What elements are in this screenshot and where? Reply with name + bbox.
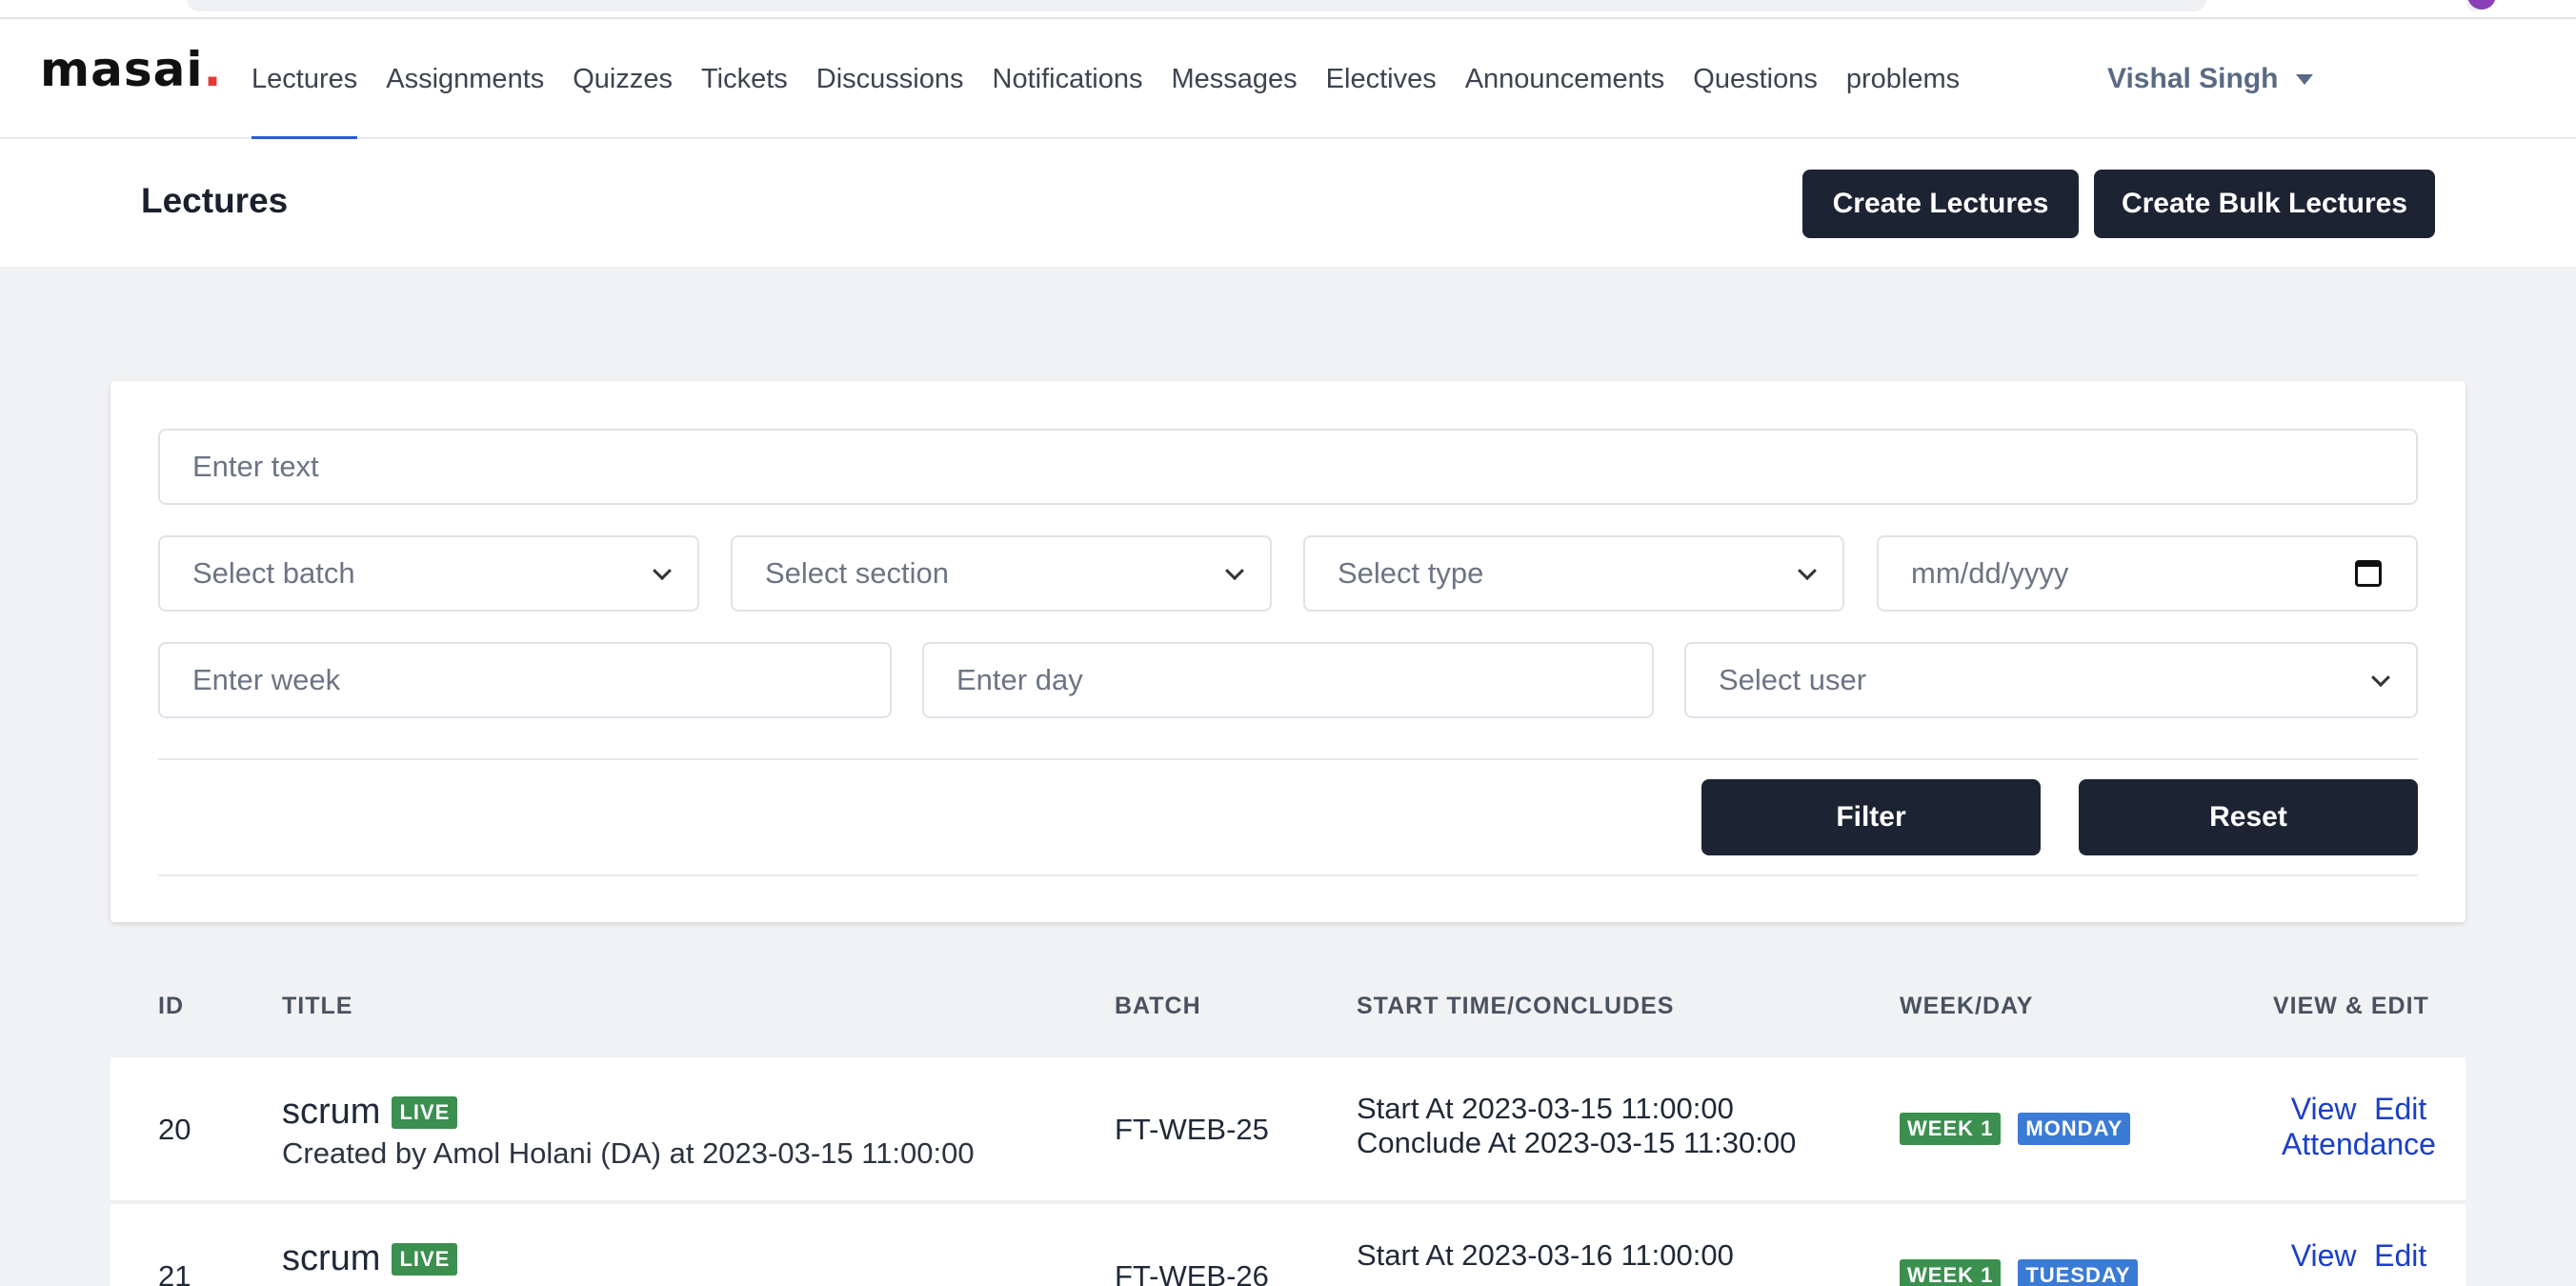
page-header: Lectures Create Lectures Create Bulk Lec… <box>0 139 2576 267</box>
row-start: Start At 2023-03-15 11:00:00 <box>1357 1092 1734 1125</box>
nav-discussions[interactable]: Discussions <box>816 19 964 139</box>
user-menu[interactable]: Vishal Singh <box>2107 19 2313 139</box>
row-times: Start At 2023-03-16 11:00:00 <box>1357 1238 1734 1273</box>
browser-top-strip <box>0 0 2576 19</box>
row-created-by: Created by Amol Holani (DA) at 2023-03-1… <box>282 1136 975 1170</box>
col-view-edit: VIEW & EDIT <box>2273 993 2429 1019</box>
top-navbar: masai. Lectures Assignments Quizzes Tick… <box>0 19 2576 140</box>
filter-button[interactable]: Filter <box>1701 779 2041 855</box>
row-id: 20 <box>158 1113 191 1146</box>
nav-announcements[interactable]: Announcements <box>1465 19 1665 139</box>
batch-select-value: Select batch <box>192 556 355 590</box>
page-title: Lectures <box>141 181 289 220</box>
type-select-value: Select type <box>1338 556 1484 590</box>
table-header: ID TITLE BATCH START TIME/CONCLUDES WEEK… <box>111 972 2465 1057</box>
batch-select[interactable]: Select batch <box>158 535 699 612</box>
user-select[interactable]: Select user <box>1684 642 2418 718</box>
row-batch: FT-WEB-26 <box>1115 1259 1269 1286</box>
live-badge: LIVE <box>392 1242 458 1276</box>
nav-lectures[interactable]: Lectures <box>252 19 358 140</box>
main-nav: Lectures Assignments Quizzes Tickets Dis… <box>252 19 1988 140</box>
nav-quizzes[interactable]: Quizzes <box>573 19 673 139</box>
date-input[interactable]: mm/dd/yyyy <box>1877 535 2418 612</box>
week-badge: WEEK 1 <box>1900 1259 2002 1286</box>
edit-link[interactable]: Edit <box>2374 1238 2426 1273</box>
row-title-line: scrum LIVE <box>282 1092 975 1133</box>
week-badge: WEEK 1 <box>1900 1113 2002 1145</box>
view-link[interactable]: View <box>2291 1092 2357 1126</box>
chevron-down-icon <box>2371 668 2390 688</box>
search-text-input[interactable]: Enter text <box>158 429 2418 505</box>
week-input[interactable]: Enter week <box>158 642 892 718</box>
table-row: 21 scrum LIVE FT-WEB-26 Start At 2023-03… <box>111 1204 2465 1286</box>
nav-electives[interactable]: Electives <box>1326 19 1437 139</box>
nav-messages[interactable]: Messages <box>1171 19 1297 139</box>
day-input-placeholder: Enter day <box>956 663 1083 696</box>
user-name: Vishal Singh <box>2107 63 2279 94</box>
nav-assignments[interactable]: Assignments <box>386 19 544 139</box>
section-select-value: Select section <box>765 556 949 590</box>
edit-link[interactable]: Edit <box>2374 1092 2426 1126</box>
row-times: Start At 2023-03-15 11:00:00 Conclude At… <box>1357 1092 1796 1160</box>
attendance-link[interactable]: Attendance <box>2273 1127 2445 1162</box>
address-bar[interactable] <box>187 0 2206 11</box>
calendar-icon[interactable] <box>2355 560 2382 587</box>
filter-card: Enter text Select batch Select section S… <box>111 381 2465 922</box>
type-select[interactable]: Select type <box>1303 535 1844 612</box>
date-input-placeholder: mm/dd/yyyy <box>1911 556 2069 590</box>
col-title: TITLE <box>282 993 353 1019</box>
col-start-time: START TIME/CONCLUDES <box>1357 993 1675 1019</box>
view-link[interactable]: View <box>2291 1238 2357 1273</box>
day-badge: MONDAY <box>2018 1113 2131 1145</box>
row-id: 21 <box>158 1259 191 1286</box>
day-input[interactable]: Enter day <box>922 642 1654 718</box>
nav-questions[interactable]: Questions <box>1693 19 1818 139</box>
col-week-day: WEEK/DAY <box>1900 993 2034 1019</box>
row-title: scrum <box>282 1092 381 1132</box>
divider <box>158 758 2418 760</box>
chevron-down-icon <box>653 561 672 581</box>
nav-notifications[interactable]: Notifications <box>993 19 1143 139</box>
search-text-placeholder: Enter text <box>192 450 319 483</box>
masai-logo[interactable]: masai. <box>40 46 222 93</box>
caret-down-icon <box>2295 73 2313 85</box>
col-id: ID <box>158 993 184 1019</box>
week-input-placeholder: Enter week <box>192 663 341 696</box>
row-title-block: scrum LIVE <box>282 1238 458 1279</box>
section-select[interactable]: Select section <box>731 535 1272 612</box>
user-select-value: Select user <box>1719 663 1867 696</box>
create-bulk-lectures-button[interactable]: Create Bulk Lectures <box>2094 170 2435 238</box>
divider <box>158 874 2418 876</box>
live-badge: LIVE <box>392 1095 458 1129</box>
row-title-line: scrum LIVE <box>282 1238 458 1279</box>
row-batch: FT-WEB-25 <box>1115 1113 1269 1146</box>
row-start: Start At 2023-03-16 11:00:00 <box>1357 1238 1734 1272</box>
row-actions: View Edit <box>2273 1238 2445 1274</box>
chevron-down-icon <box>1225 561 1244 581</box>
reset-button[interactable]: Reset <box>2079 779 2418 855</box>
row-title: scrum <box>282 1238 381 1278</box>
row-week-day: WEEK 1 MONDAY <box>1900 1109 2131 1145</box>
row-title-block: scrum LIVE Created by Amol Holani (DA) a… <box>282 1092 975 1171</box>
col-batch: BATCH <box>1115 993 1201 1019</box>
create-lectures-button[interactable]: Create Lectures <box>1802 170 2079 238</box>
row-week-day: WEEK 1 TUESDAY <box>1900 1256 2139 1286</box>
row-actions: View Edit Attendance <box>2273 1092 2445 1162</box>
table-row: 20 scrum LIVE Created by Amol Holani (DA… <box>111 1057 2465 1202</box>
chevron-down-icon <box>1798 561 1817 581</box>
nav-problems[interactable]: problems <box>1846 19 1960 139</box>
day-badge: TUESDAY <box>2018 1259 2139 1286</box>
nav-tickets[interactable]: Tickets <box>701 19 788 139</box>
row-conclude: Conclude At 2023-03-15 11:30:00 <box>1357 1126 1797 1159</box>
